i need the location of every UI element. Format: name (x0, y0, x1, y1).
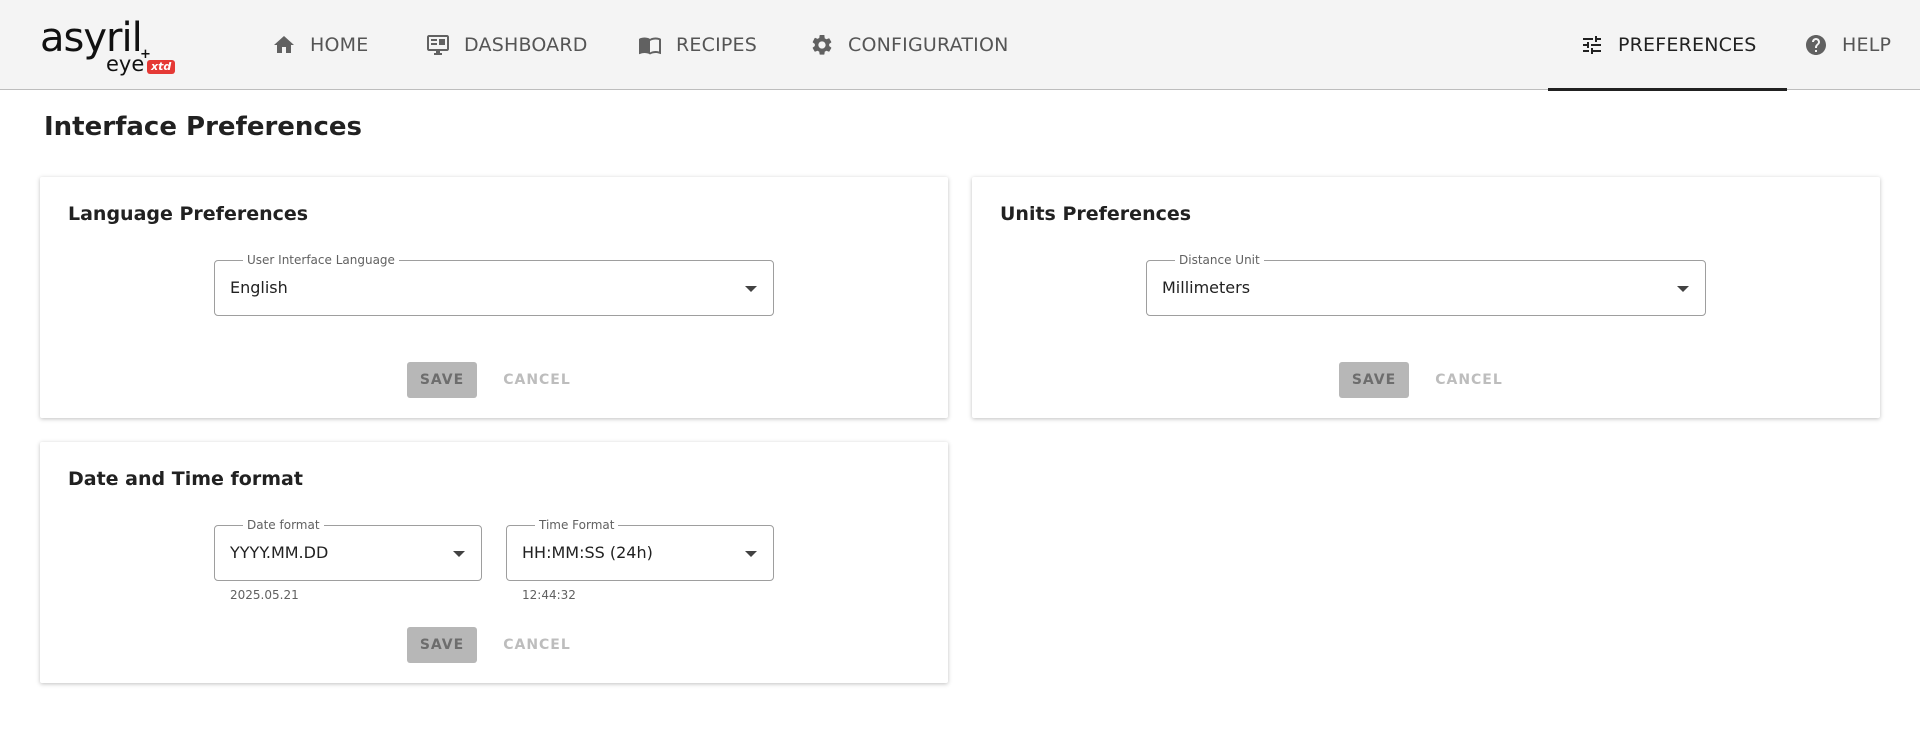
time-format-example: 12:44:32 (522, 588, 576, 602)
nav-recipes-label: RECIPES (676, 34, 757, 56)
tune-sliders-icon (1583, 36, 1601, 54)
save-button[interactable]: SAVE (1339, 362, 1409, 398)
selected-value: YYYY.MM.DD (230, 543, 329, 562)
page-title: Interface Preferences (44, 112, 362, 142)
date-time-format-card: Date and Time format Date format YYYY.MM… (40, 442, 948, 683)
cancel-button[interactable]: CANCEL (497, 627, 577, 663)
dropdown-arrow-icon (453, 551, 465, 557)
nav-help[interactable]: HELP (1804, 0, 1891, 90)
card-title: Date and Time format (68, 468, 303, 490)
selected-value: English (230, 278, 288, 297)
field-label: Distance Unit (1175, 253, 1264, 267)
field-label: User Interface Language (243, 253, 399, 267)
save-button[interactable]: SAVE (407, 362, 477, 398)
selected-value: HH:MM:SS (24h) (522, 543, 653, 562)
save-button[interactable]: SAVE (407, 627, 477, 663)
nav-configuration[interactable]: CONFIGURATION (810, 0, 1009, 90)
cancel-button[interactable]: CANCEL (1429, 362, 1509, 398)
logo-product: eye (106, 52, 145, 76)
field-label: Time Format (535, 518, 619, 532)
card-title: Language Preferences (68, 203, 309, 225)
distance-unit-select[interactable]: Distance Unit Millimeters (1146, 253, 1706, 316)
date-format-example: 2025.05.21 (230, 588, 299, 602)
card-title: Units Preferences (1000, 203, 1192, 225)
book-icon (639, 37, 661, 55)
home-icon (274, 36, 294, 53)
nav-dashboard[interactable]: DASHBOARD (426, 0, 588, 90)
date-format-select[interactable]: Date format YYYY.MM.DD (214, 518, 482, 581)
nav-preferences-label: PREFERENCES (1618, 34, 1757, 56)
top-app-bar: asyril eye + xtd HOME DASHBOARD RECIPES … (0, 0, 1920, 91)
nav-home-label: HOME (310, 34, 369, 56)
nav-configuration-label: CONFIGURATION (848, 34, 1009, 56)
nav-help-label: HELP (1842, 34, 1892, 56)
cancel-button[interactable]: CANCEL (497, 362, 577, 398)
dropdown-arrow-icon (745, 551, 757, 557)
nav-preferences[interactable]: PREFERENCES (1548, 0, 1787, 91)
units-preferences-card: Units Preferences Distance Unit Millimet… (972, 177, 1880, 418)
help-circle-icon (1806, 35, 1826, 55)
monitor-dashboard-icon (427, 35, 449, 55)
nav-dashboard-label: DASHBOARD (464, 34, 588, 56)
asyril-eye-logo: asyril eye + xtd (40, 14, 180, 78)
gear-icon (812, 34, 832, 55)
language-preferences-card: Language Preferences User Interface Lang… (40, 177, 948, 418)
selected-value: Millimeters (1162, 278, 1251, 297)
nav-recipes[interactable]: RECIPES (638, 0, 757, 90)
ui-language-select[interactable]: User Interface Language English (214, 253, 774, 316)
nav-home[interactable]: HOME (272, 0, 368, 90)
time-format-select[interactable]: Time Format HH:MM:SS (24h) (506, 518, 774, 581)
logo-badge: xtd (147, 60, 176, 74)
field-label: Date format (243, 518, 324, 532)
dropdown-arrow-icon (745, 286, 757, 292)
dropdown-arrow-icon (1677, 286, 1689, 292)
